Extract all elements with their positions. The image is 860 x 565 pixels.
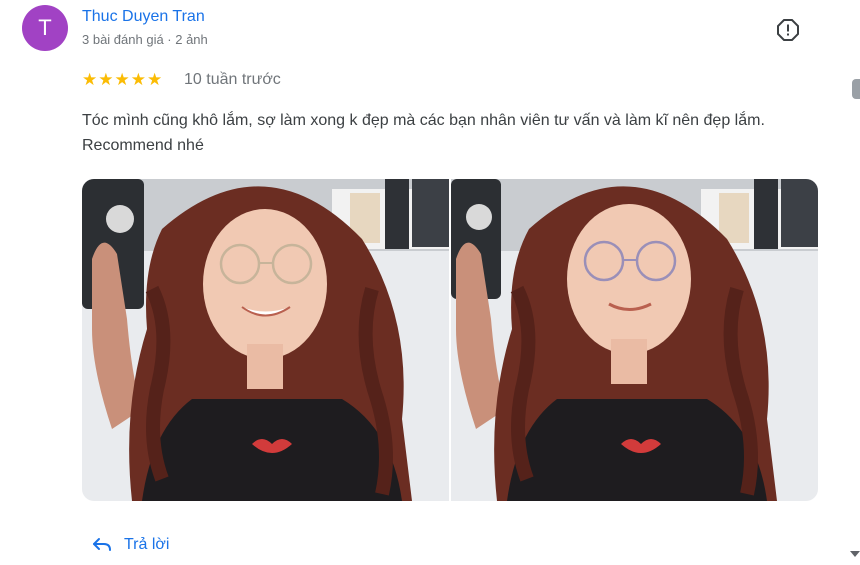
review-time: 10 tuần trước [184, 71, 281, 88]
star-rating: ★ ★ ★ ★ ★ [82, 71, 162, 89]
author-meta: 3 bài đánh giá · 2 ảnh [82, 32, 208, 47]
scroll-down-arrow-icon[interactable] [850, 551, 860, 557]
avatar-letter: T [38, 15, 52, 40]
star-icon: ★ [130, 70, 146, 89]
star-icon: ★ [82, 70, 98, 89]
scrollbar-thumb[interactable] [852, 79, 860, 99]
reply-label: Trả lời [124, 536, 170, 553]
star-icon: ★ [147, 70, 163, 89]
report-icon [777, 19, 799, 41]
reply-arrow-icon [93, 538, 111, 551]
review-text: Tóc mình cũng khô lắm, sợ làm xong k đẹp… [82, 112, 765, 154]
review-photo-2[interactable] [451, 179, 818, 501]
report-button[interactable] [776, 18, 800, 42]
reply-button[interactable]: Trả lời [92, 536, 169, 554]
author-name-link[interactable]: Thuc Duyen Tran [82, 8, 205, 26]
avatar[interactable]: T [22, 5, 68, 51]
star-icon: ★ [98, 70, 114, 89]
star-icon: ★ [114, 70, 130, 89]
review-photo-1[interactable] [82, 179, 449, 501]
